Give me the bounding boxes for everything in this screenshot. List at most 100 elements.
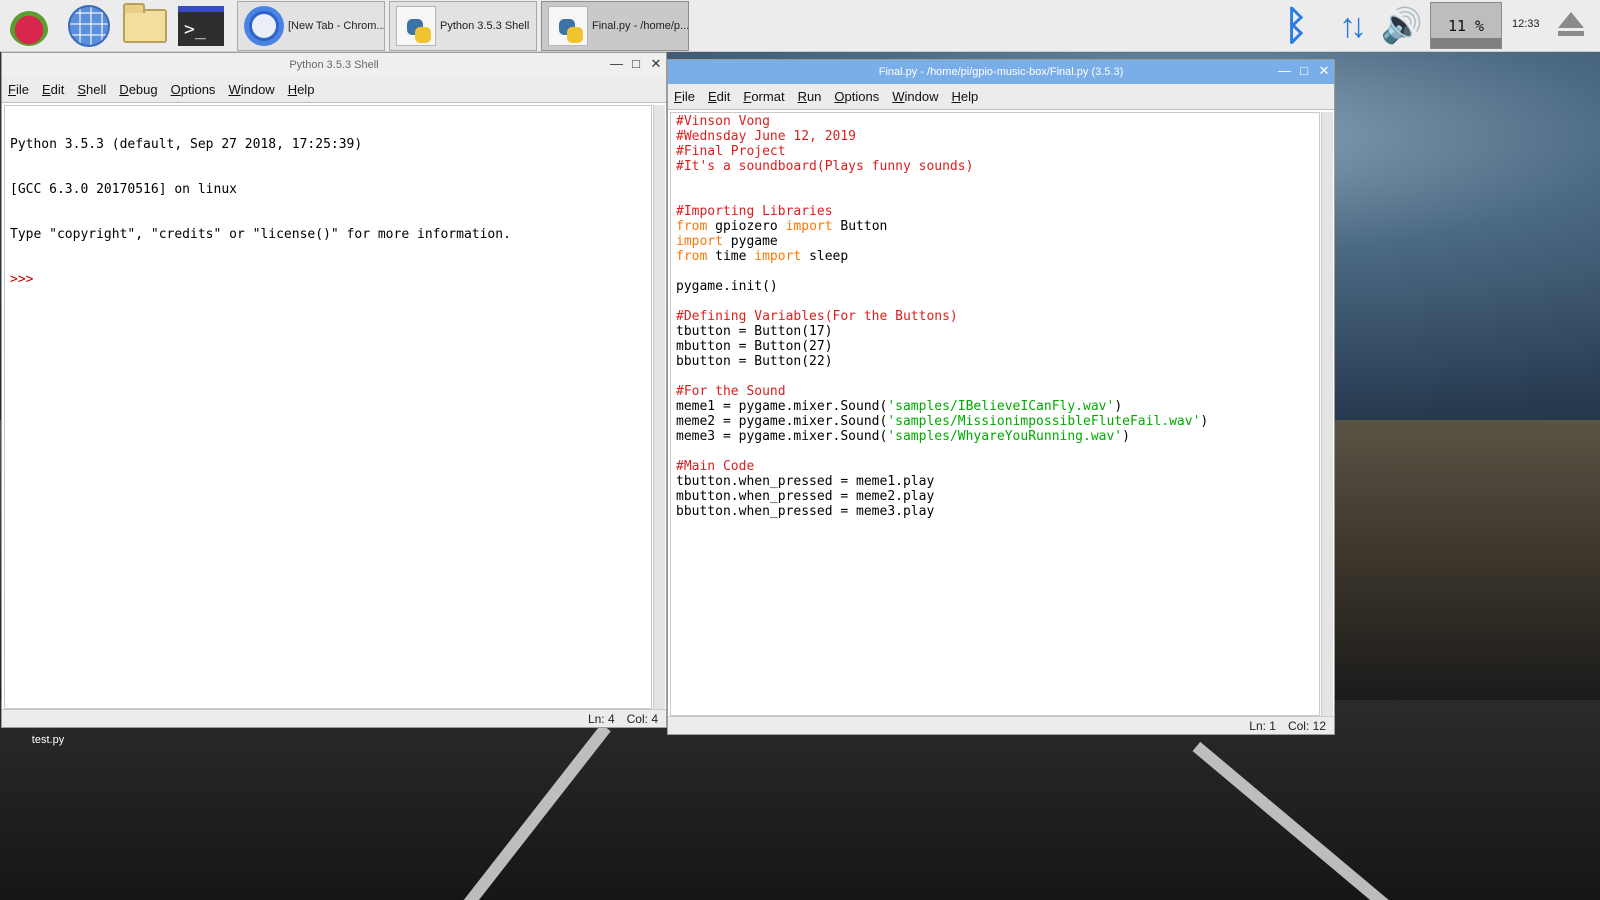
code-token: ) <box>1122 429 1130 444</box>
menu-debug[interactable]: Debug <box>119 82 157 97</box>
taskbar: >_ [New Tab - Chrom... Python 3.5.3 Shel… <box>0 0 1600 52</box>
code-line: #It's a soundboard(Plays funny sounds) <box>676 159 1314 174</box>
bluetooth-icon[interactable]: ᛒ <box>1276 0 1316 52</box>
minimize-icon[interactable]: — <box>610 56 623 72</box>
menu-options[interactable]: Options <box>834 89 879 104</box>
menu-shell[interactable]: Shell <box>77 82 106 97</box>
minimize-icon[interactable]: — <box>1278 63 1291 79</box>
desktop-file-label: test.py <box>31 734 65 746</box>
code-line: meme1 = pygame.mixer.Sound('samples/IBel… <box>676 399 1314 414</box>
code-line: pygame.init() <box>676 279 1314 294</box>
close-icon[interactable]: ✕ <box>1318 63 1330 79</box>
menu-help[interactable]: Help <box>288 82 315 97</box>
eject-icon-bar <box>1558 31 1584 36</box>
code-token: #Importing Libraries <box>676 204 833 219</box>
code-line: #Main Code <box>676 459 1314 474</box>
code-line: bbutton.when_pressed = meme3.play <box>676 504 1314 519</box>
code-token: ) <box>1114 399 1123 414</box>
menu-edit[interactable]: Edit <box>42 82 64 97</box>
code-line: #Defining Variables(For the Buttons) <box>676 309 1314 324</box>
raspberry-menu-icon[interactable] <box>6 4 52 48</box>
menu-help[interactable]: Help <box>952 89 979 104</box>
code-token: mbutton = Button(27) <box>676 339 833 354</box>
task-label: [New Tab - Chrom... <box>288 20 385 32</box>
menu-edit[interactable]: Edit <box>708 89 730 104</box>
editor-window: Final.py - /home/pi/gpio-music-box/Final… <box>667 59 1335 735</box>
code-token: #Vinson Vong <box>676 114 770 129</box>
code-token: gpiozero <box>707 219 786 234</box>
menu-options[interactable]: Options <box>171 82 216 97</box>
menu-file[interactable]: File <box>674 89 695 104</box>
task-label: Python 3.5.3 Shell <box>440 20 530 32</box>
window-title: Final.py - /home/pi/gpio-music-box/Final… <box>878 66 1124 78</box>
shell-output-line: Type "copyright", "credits" or "license(… <box>10 227 511 242</box>
menu-file[interactable]: File <box>8 82 29 97</box>
code-line: tbutton.when_pressed = meme1.play <box>676 474 1314 489</box>
code-token: meme1 = pygame.mixer.Sound( <box>676 399 888 414</box>
editor-menubar: File Edit Format Run Options Window Help <box>668 84 1334 110</box>
code-line: #Importing Libraries <box>676 204 1314 219</box>
editor-titlebar[interactable]: Final.py - /home/pi/gpio-music-box/Final… <box>668 60 1334 84</box>
code-token: meme2 = pygame.mixer.Sound( <box>676 414 888 429</box>
code-token: Button <box>832 219 888 234</box>
code-line: mbutton.when_pressed = meme2.play <box>676 489 1314 504</box>
code-token: #Wednsday June 12, 2019 <box>676 129 857 144</box>
code-token: from <box>676 219 708 234</box>
web-browser-icon[interactable] <box>66 4 112 48</box>
python-icon <box>548 6 588 46</box>
editor-code-area[interactable]: #Vinson Vong #Wednsday June 12, 2019 #Fina… <box>670 112 1320 716</box>
code-token: time <box>707 249 755 264</box>
network-icon[interactable]: ↑↓ <box>1326 0 1374 52</box>
menu-window[interactable]: Window <box>228 82 274 97</box>
maximize-icon[interactable]: □ <box>1298 63 1310 79</box>
shell-prompt: >>> <box>10 272 34 287</box>
editor-scrollbar[interactable] <box>1321 112 1333 716</box>
cpu-usage-label: 11 % <box>1447 16 1485 35</box>
code-token: #It's a soundboard(Plays funny sounds) <box>676 159 974 174</box>
code-token: 'samples/IBelieveICanFly.wav' <box>887 399 1115 414</box>
shell-scrollbar[interactable] <box>653 105 665 709</box>
code-token: 'samples/WhyareYouRunning.wav' <box>887 429 1123 444</box>
close-icon[interactable]: ✕ <box>650 56 662 72</box>
volume-icon[interactable]: 🔊 <box>1380 0 1424 52</box>
task-label: Final.py - /home/p... <box>592 20 689 32</box>
task-final-py[interactable]: Final.py - /home/p... <box>541 1 689 51</box>
column-indicator: Col: 12 <box>1287 718 1326 733</box>
line-indicator: Ln: 4 <box>587 711 615 726</box>
code-line: meme2 = pygame.mixer.Sound('samples/Miss… <box>676 414 1314 429</box>
task-chromium[interactable]: [New Tab - Chrom... <box>237 1 385 51</box>
shell-text-area[interactable]: Python 3.5.3 (default, Sep 27 2018, 17:2… <box>4 105 652 709</box>
code-token: bbutton = Button(22) <box>676 354 833 369</box>
code-token: bbutton.when_pressed = meme3.play <box>676 504 935 519</box>
code-token: meme3 = pygame.mixer.Sound( <box>676 429 888 444</box>
menu-window[interactable]: Window <box>892 89 938 104</box>
maximize-icon[interactable]: □ <box>630 56 642 72</box>
column-indicator: Col: 4 <box>626 711 658 726</box>
terminal-icon[interactable]: >_ <box>178 4 224 48</box>
code-line: #Final Project <box>676 144 1314 159</box>
task-python-shell[interactable]: Python 3.5.3 Shell <box>389 1 537 51</box>
python-shell-window: Python 3.5.3 Shell — □ ✕ File Edit Shell… <box>1 52 667 728</box>
shell-menubar: File Edit Shell Debug Options Window Hel… <box>2 77 666 103</box>
code-line: tbutton = Button(17) <box>676 324 1314 339</box>
code-line: from time import sleep <box>676 249 1314 264</box>
menu-run[interactable]: Run <box>798 89 822 104</box>
code-token: import <box>785 219 833 234</box>
eject-icon[interactable] <box>1558 12 1584 28</box>
code-token: tbutton = Button(17) <box>676 324 833 339</box>
menu-format[interactable]: Format <box>743 89 784 104</box>
code-line: import pygame <box>676 234 1314 249</box>
code-token: from <box>676 249 708 264</box>
shell-output-line: [GCC 6.3.0 20170516] on linux <box>10 182 237 197</box>
code-token: #Final Project <box>676 144 786 159</box>
file-manager-icon[interactable] <box>122 3 168 48</box>
code-token: #For the Sound <box>676 384 786 399</box>
clock[interactable]: 12:33 <box>1512 18 1540 30</box>
cpu-monitor[interactable]: 11 % <box>1430 2 1502 49</box>
shell-titlebar[interactable]: Python 3.5.3 Shell — □ ✕ <box>2 53 666 77</box>
